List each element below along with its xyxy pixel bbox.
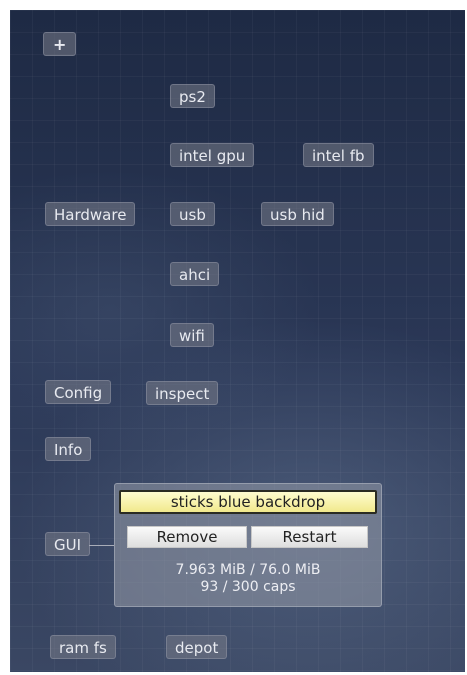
component-depot[interactable]: depot [166,635,228,659]
component-info[interactable]: Info [45,437,92,461]
component-gui[interactable]: GUI [45,532,91,556]
component-wifi[interactable]: wifi [170,323,214,347]
component-usb-hid[interactable]: usb hid [261,202,334,226]
component-intel-gpu[interactable]: intel gpu [170,143,255,167]
component-hardware[interactable]: Hardware [45,202,136,226]
component-popup: sticks blue backdrop Remove Restart 7.96… [114,483,382,607]
caps-usage-text: 93 / 300 caps [200,579,296,595]
component-ahci[interactable]: ahci [170,262,220,286]
component-graph-canvas: + ps2 intel gpu intel fb Hardware usb us… [10,10,465,672]
component-ram-fs[interactable]: ram fs [50,635,116,659]
component-inspect[interactable]: inspect [146,381,219,405]
component-config[interactable]: Config [45,380,112,404]
gui-connector-line [89,545,114,546]
component-ps2[interactable]: ps2 [170,84,215,108]
component-intel-fb[interactable]: intel fb [303,143,374,167]
ram-usage-text: 7.963 MiB / 76.0 MiB [175,562,321,578]
add-component-button[interactable]: + [43,32,77,56]
restart-button[interactable]: Restart [251,526,368,548]
remove-button[interactable]: Remove [127,526,247,548]
popup-component-title[interactable]: sticks blue backdrop [119,490,377,514]
component-usb[interactable]: usb [170,202,215,226]
